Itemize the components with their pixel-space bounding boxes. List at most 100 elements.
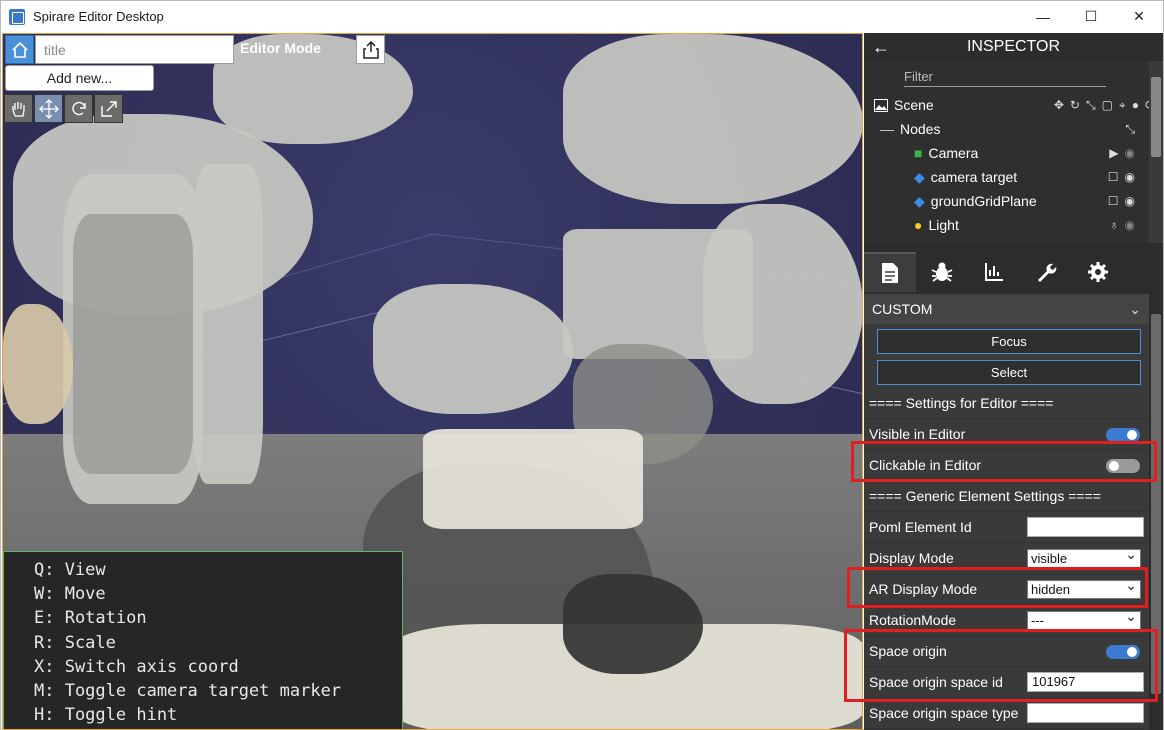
gear-icon — [1088, 262, 1108, 282]
tab-settings[interactable] — [1072, 252, 1124, 292]
wrench-icon — [1038, 263, 1057, 282]
home-icon — [11, 41, 28, 58]
share-icon — [362, 40, 379, 59]
select-button[interactable]: Select — [877, 360, 1141, 385]
rotate-tool-button[interactable] — [64, 94, 93, 123]
inspector-panel: ← INSPECTOR Filter Scene ✥ ↻ ⤡ ▢ ⌖ ● ⟳ — [864, 33, 1163, 730]
scan-table-paper — [423, 429, 643, 529]
filter-input[interactable]: Filter — [904, 67, 1106, 87]
title-bar: Spirare Editor Desktop — ☐ ✕ — [1, 1, 1163, 32]
checkbox-icon[interactable]: ☐ — [1108, 194, 1119, 208]
highlight-clickable-in-editor — [851, 441, 1157, 482]
poml-element-id-field[interactable] — [1027, 517, 1144, 537]
section-divider-label: ==== Settings for Editor ==== — [869, 395, 1054, 411]
tree-item-light[interactable]: ● Light ♁ ◉ — [914, 213, 1149, 237]
property-label: Display Mode — [869, 550, 954, 566]
hint-line: M: Toggle camera target marker — [34, 681, 342, 702]
highlight-space-origin — [844, 629, 1158, 702]
window-title: Spirare Editor Desktop — [33, 9, 164, 24]
tree-item-ground-grid-plane[interactable]: ◆ groundGridPlane ☐ ◉ — [914, 189, 1149, 213]
scene-tree: Filter Scene ✥ ↻ ⤡ ▢ ⌖ ● ⟳ — — [864, 61, 1163, 243]
maximize-button[interactable]: ☐ — [1067, 1, 1115, 32]
back-arrow-icon[interactable]: ← — [872, 37, 890, 58]
image-icon — [874, 98, 888, 112]
transform-tools — [4, 94, 123, 123]
collapse-icon[interactable]: ⤡ — [1086, 98, 1096, 113]
view-tool-button[interactable] — [4, 94, 33, 123]
ground-row-icons: ☐ ◉ — [1108, 194, 1135, 208]
tab-tools[interactable] — [1020, 252, 1072, 292]
camera-icon: ■ — [914, 145, 923, 161]
section-divider-label: ==== Generic Element Settings ==== — [869, 488, 1101, 504]
collapse-icon[interactable]: ⤡ — [1125, 122, 1135, 137]
export-button[interactable] — [356, 35, 385, 64]
eye-icon[interactable]: ◉ — [1125, 146, 1135, 160]
scale-tool-button[interactable] — [94, 94, 123, 123]
hint-line: Q: View — [34, 560, 106, 580]
inspector-tabs — [864, 252, 1163, 292]
scan-ceiling-right — [563, 34, 862, 204]
scan-shelf-shadow — [73, 214, 193, 474]
eye-icon[interactable]: ◉ — [1125, 170, 1135, 184]
tree-item-camera-target[interactable]: ◆ camera target ☐ ◉ — [914, 165, 1149, 189]
document-icon — [882, 263, 898, 283]
tree-item-scene[interactable]: Scene ✥ ↻ ⤡ ▢ ⌖ ● ⟳ — [874, 93, 1155, 117]
display-mode-select[interactable]: visible — [1027, 546, 1141, 568]
bug-icon — [931, 262, 953, 282]
scene-viewport[interactable]: Editor Mode Add new... — [2, 33, 863, 730]
visible-in-editor-toggle[interactable] — [1106, 428, 1140, 442]
section-title: CUSTOM — [872, 301, 933, 317]
tree-item-label: Nodes — [900, 121, 941, 137]
space-origin-space-type-field[interactable] — [1027, 703, 1144, 723]
hotkey-hint-panel: Q: View W: Move E: Rotation R: Scale X: … — [3, 551, 403, 729]
focus-button[interactable]: Focus — [877, 329, 1141, 354]
tab-debug[interactable] — [916, 252, 968, 292]
tree-scrollbar[interactable] — [1149, 61, 1163, 243]
tree-item-label: groundGridPlane — [930, 193, 1037, 209]
rotation-mode-select[interactable]: --- — [1027, 608, 1141, 630]
move-tool-button[interactable] — [34, 94, 63, 123]
property-label: Space origin space type — [869, 705, 1019, 721]
move-icon[interactable]: ✥ — [1054, 98, 1064, 112]
camera-target-row-icons: ☐ ◉ — [1108, 170, 1135, 184]
move-icon — [38, 98, 59, 119]
title-input[interactable] — [35, 35, 234, 64]
scan-column — [193, 164, 263, 484]
lightbulb-outline-icon[interactable]: ♁ — [1110, 218, 1119, 232]
hint-line: X: Switch axis coord — [34, 656, 239, 677]
tree-item-label: Camera — [928, 145, 979, 161]
section-custom[interactable]: CUSTOM ⌄ — [864, 294, 1149, 324]
close-button[interactable]: ✕ — [1115, 1, 1163, 32]
hint-line: R: Scale — [34, 632, 116, 653]
home-button[interactable] — [5, 35, 34, 64]
app-window: Spirare Editor Desktop — ☐ ✕ title Edito… — [0, 0, 1164, 730]
window-controls: — ☐ ✕ — [1019, 1, 1163, 32]
toggle-knob — [1127, 430, 1137, 440]
camera-row-icons: ▶ ◉ — [1109, 146, 1135, 160]
tab-document[interactable] — [864, 252, 916, 292]
hand-icon — [11, 101, 25, 117]
chevron-down-icon[interactable]: ⌄ — [1129, 301, 1141, 318]
eye-icon[interactable]: ◉ — [1125, 194, 1135, 208]
eye-icon[interactable]: ◉ — [1125, 218, 1135, 232]
target-icon[interactable]: ⌖ — [1119, 98, 1126, 113]
tree-item-nodes[interactable]: — Nodes ⤡ — [880, 117, 1149, 141]
scene-tool-icons: ✥ ↻ ⤡ ▢ ⌖ ● ⟳ — [1054, 98, 1155, 113]
rotate-icon[interactable]: ↻ — [1070, 98, 1080, 112]
scan-box — [3, 304, 73, 424]
cube-icon: ◆ — [914, 192, 925, 209]
pin-icon[interactable]: ● — [1132, 98, 1139, 112]
tab-chart[interactable] — [968, 252, 1020, 292]
video-icon[interactable]: ▶ — [1109, 146, 1118, 160]
app-logo-icon — [9, 8, 25, 25]
bounds-icon[interactable]: ▢ — [1102, 98, 1113, 112]
tree-scroll-thumb[interactable] — [1151, 77, 1161, 157]
hint-line: W: Move — [34, 584, 106, 605]
collapse-dash-icon[interactable]: — — [880, 121, 894, 137]
add-new-button[interactable]: Add new... — [5, 65, 154, 91]
hint-line: E: Rotation — [34, 608, 147, 629]
highlight-ar-display-mode — [847, 567, 1148, 608]
tree-item-camera[interactable]: ■ Camera ▶ ◉ — [914, 141, 1149, 165]
checkbox-icon[interactable]: ☐ — [1108, 170, 1119, 184]
minimize-button[interactable]: — — [1019, 1, 1067, 32]
